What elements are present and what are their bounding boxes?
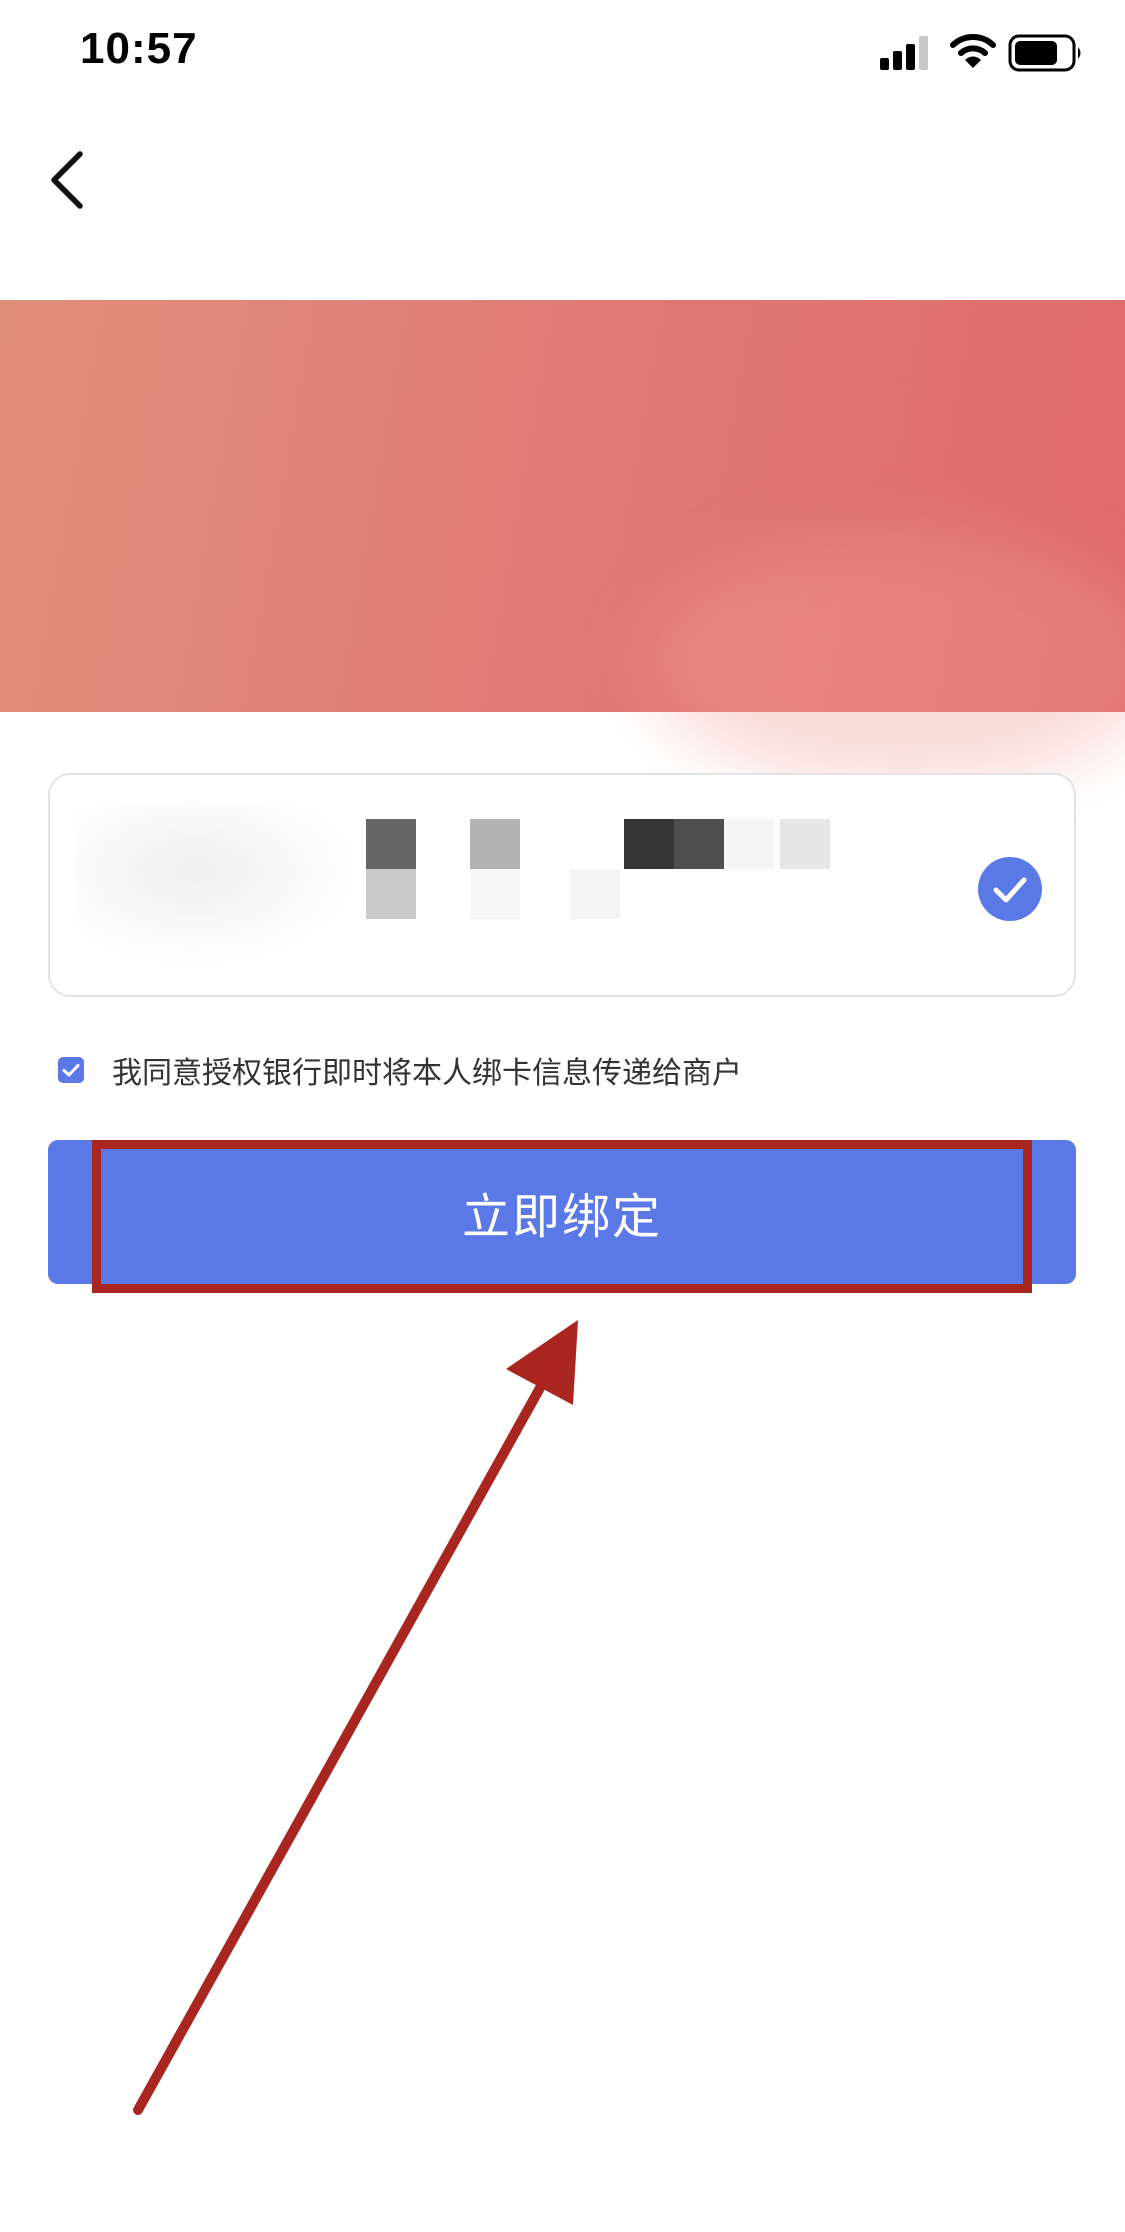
banner-decoration	[645, 532, 1125, 792]
back-chevron-icon	[51, 151, 83, 209]
bank-card-option[interactable]	[48, 773, 1076, 997]
bind-now-button[interactable]: 立即绑定	[48, 1140, 1076, 1284]
selected-check-icon	[978, 857, 1042, 921]
bind-card-page: 10:57 我同意授权银行即时将本人绑卡信息传递给商户 立即绑定	[0, 0, 1125, 2232]
back-button[interactable]	[40, 140, 100, 220]
cellular-signal-icon	[880, 36, 928, 70]
wifi-icon	[950, 34, 996, 68]
bank-banner	[0, 300, 1125, 792]
status-time: 10:57	[80, 24, 198, 73]
battery-icon	[1008, 34, 1081, 72]
agreement-text: 我同意授权银行即时将本人绑卡信息传递给商户	[112, 1056, 742, 1091]
agreement-checkbox[interactable]	[58, 1057, 84, 1083]
agreement-row: 我同意授权银行即时将本人绑卡信息传递给商户	[58, 1050, 742, 1091]
obscured-card-name	[74, 803, 374, 973]
status-bar: 10:57	[0, 0, 1125, 110]
checkbox-checked-icon	[62, 1064, 80, 1077]
